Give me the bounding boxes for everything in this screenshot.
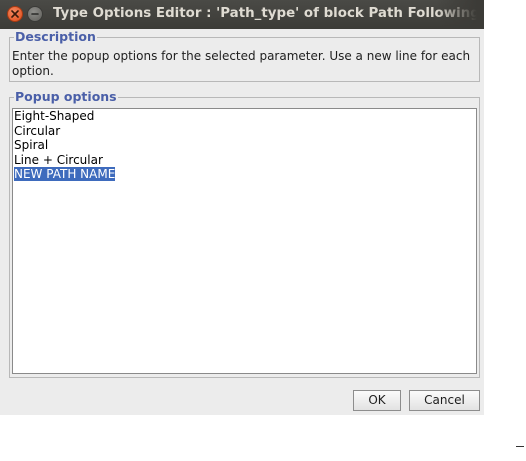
description-group: Description Enter the popup options for … [9,30,480,82]
background-dash [516,446,524,447]
popup-options-legend: Popup options [14,89,118,104]
close-icon[interactable] [7,6,23,22]
list-item[interactable]: Eight-Shaped [13,109,476,124]
list-item-text: Circular [14,123,61,138]
ok-button[interactable]: OK [353,390,401,411]
list-item-text: Line + Circular [14,152,103,167]
list-item[interactable]: Circular [13,124,476,139]
title-fade [436,0,484,29]
list-item-text: Spiral [14,138,49,152]
description-text: Enter the popup options for the selected… [12,49,471,78]
list-item[interactable]: Line + Circular [13,153,476,168]
type-options-editor-dialog: Type Options Editor : 'Path_type' of blo… [0,0,484,415]
popup-options-textarea[interactable]: Eight-Shaped Circular Spiral Line + Circ… [12,108,477,374]
popup-options-group: Popup options Eight-Shaped Circular Spir… [9,90,480,378]
cancel-button[interactable]: Cancel [409,390,480,411]
title-bar[interactable]: Type Options Editor : 'Path_type' of blo… [0,0,484,29]
list-item-text: NEW PATH NAME [14,167,116,181]
list-item[interactable]: Spiral [13,138,476,153]
selected-list-item[interactable]: NEW PATH NAME [13,167,476,182]
description-legend: Description [14,29,97,44]
minimize-icon[interactable] [27,6,43,22]
window-title: Type Options Editor : 'Path_type' of blo… [53,6,484,21]
list-item-text: Eight-Shaped [14,109,95,123]
